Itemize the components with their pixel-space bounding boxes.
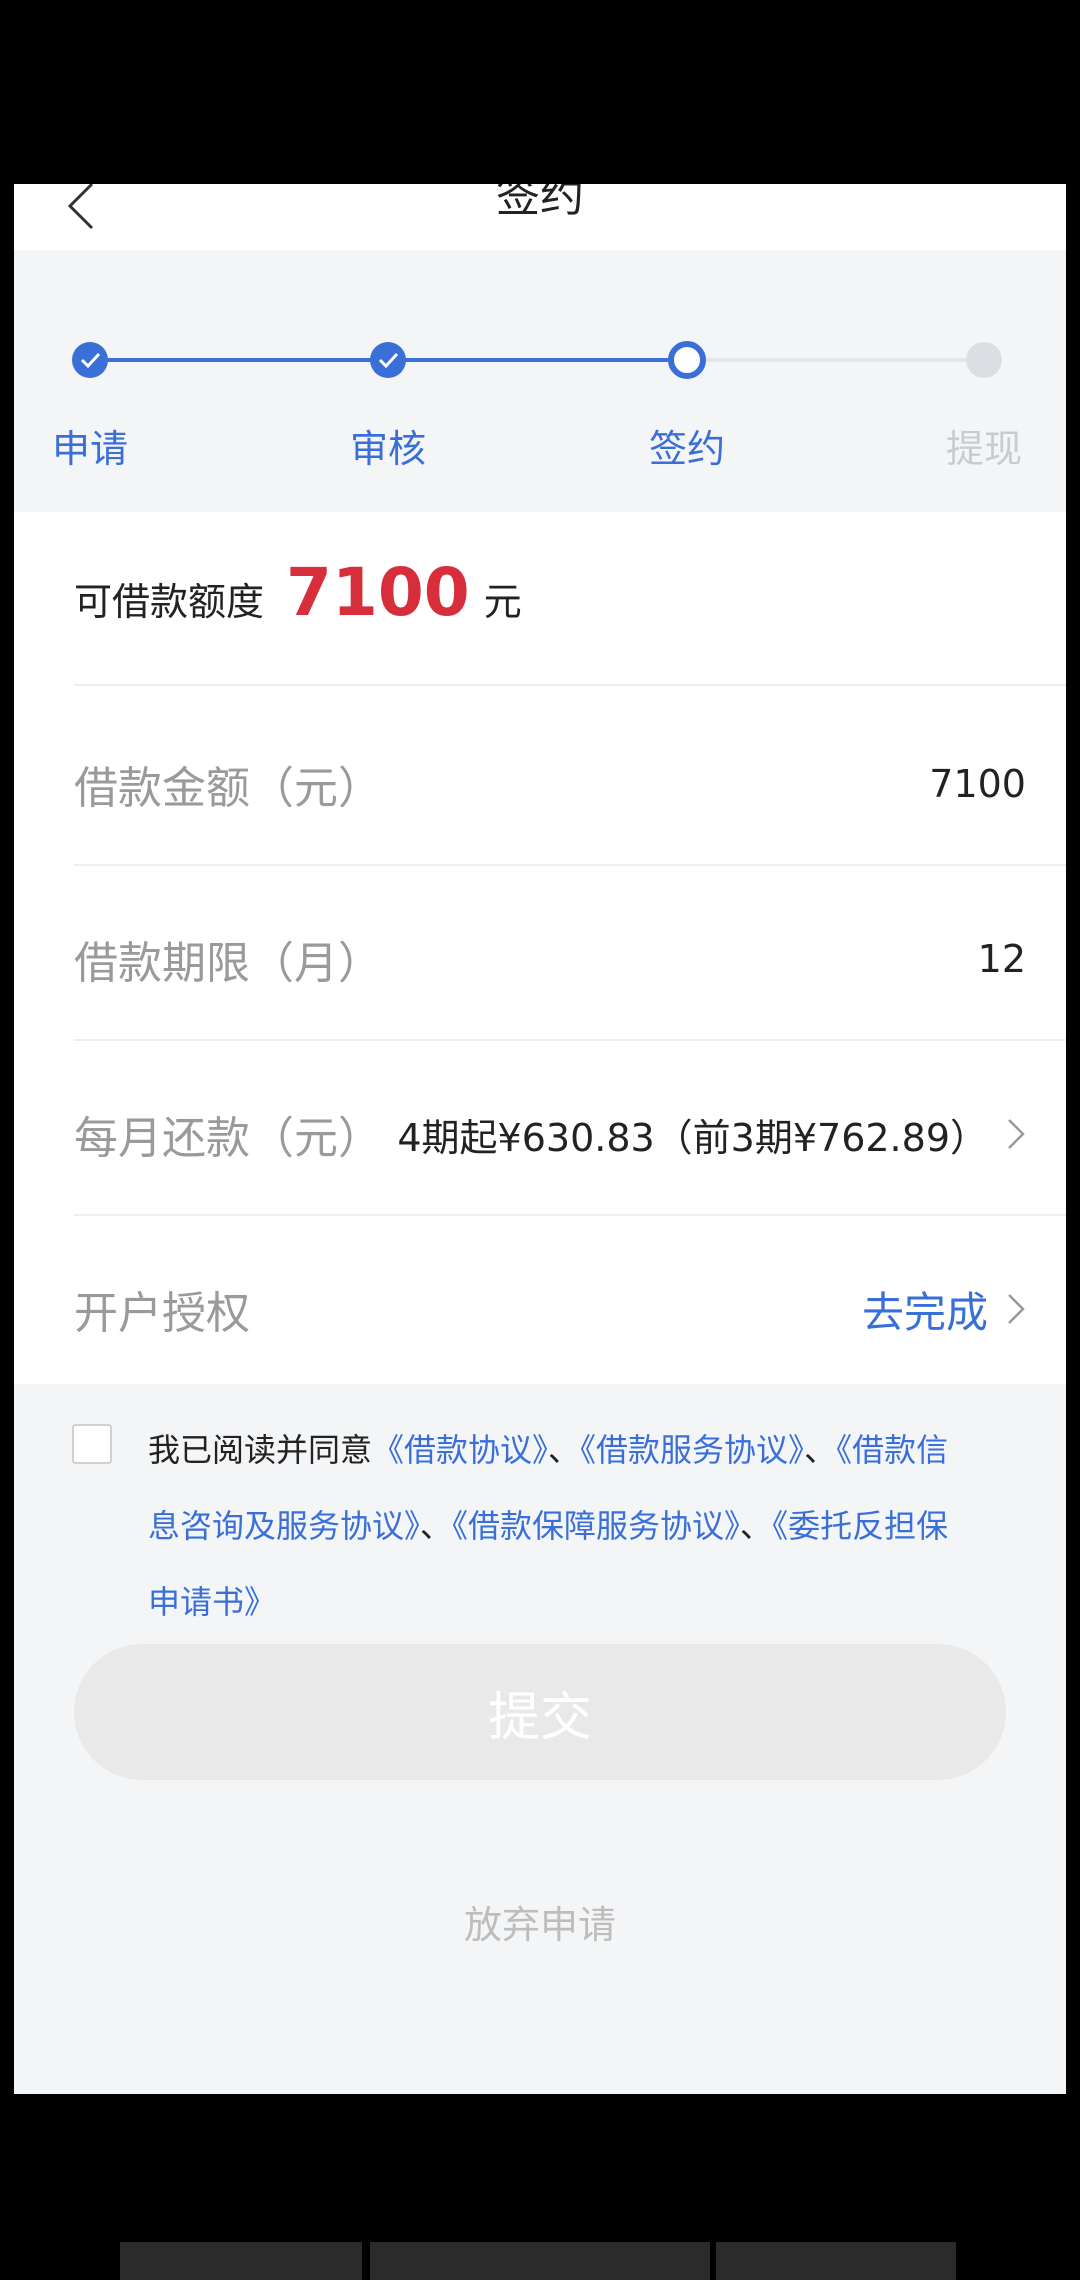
chevron-right-icon (1008, 1294, 1025, 1324)
step-done-icon (72, 342, 108, 378)
divider (74, 1214, 1066, 1216)
loan-term-row[interactable]: 借款期限（月） 12 (74, 919, 1026, 999)
agreement-separator: 、 (548, 1431, 581, 1469)
agreement-section: 我已阅读并同意《借款协议》、《借款服务协议》、《借款信息咨询及服务协议》、《借款… (14, 1384, 1066, 2094)
quota-label: 可借款额度 (74, 580, 265, 624)
step-label-apply: 申请 (51, 427, 128, 471)
agreement-link-guarantee-service[interactable]: 《借款保障服务协议》 (452, 1507, 740, 1545)
top-nav: 签约 (14, 184, 1066, 250)
monthly-repay-row[interactable]: 每月还款（元） 4期起¥630.83（前3期¥762.89） (74, 1094, 1026, 1174)
system-bar-segment (120, 2242, 362, 2280)
monthly-repay-value-wrap: 4期起¥630.83（前3期¥762.89） (397, 1107, 1026, 1162)
progress-stepper: 申请 审核 签约 提现 (14, 250, 1066, 512)
agreement-separator: 、 (804, 1431, 837, 1469)
chevron-right-icon (1008, 1119, 1025, 1149)
agree-checkbox[interactable] (72, 1424, 112, 1464)
step-label-sign: 签约 (648, 427, 725, 471)
loan-amount-row[interactable]: 借款金额（元） 7100 (74, 744, 1026, 824)
agreement-separator: 、 (740, 1507, 773, 1545)
step-pending-icon (966, 342, 1002, 378)
page-title: 签约 (496, 184, 584, 222)
step-label-withdraw: 提现 (945, 427, 1022, 471)
monthly-repay-value: 4期起¥630.83（前3期¥762.89） (397, 1115, 988, 1160)
divider (74, 684, 1066, 686)
loan-term-label: 借款期限（月） (74, 938, 382, 989)
monthly-repay-label: 每月还款（元） (74, 1113, 382, 1164)
quota-unit: 元 (483, 580, 522, 624)
system-bar-segment (370, 2242, 710, 2280)
abandon-application-link[interactable]: 放弃申请 (14, 1894, 1066, 1949)
agreement-separator: 、 (420, 1507, 453, 1545)
step-label-review: 审核 (349, 427, 426, 471)
account-auth-action[interactable]: 去完成 (862, 1279, 1026, 1340)
account-auth-value: 去完成 (861, 1287, 988, 1337)
system-bar-segment (716, 2242, 956, 2280)
step-done-icon (370, 342, 406, 378)
agreement-link-loan[interactable]: 《借款协议》 (372, 1431, 548, 1469)
loan-term-value: 12 (977, 937, 1026, 981)
credit-quota: 可借款额度 7100 元 (74, 554, 522, 654)
agreement-link-loan-service[interactable]: 《借款服务协议》 (580, 1431, 804, 1469)
account-auth-row[interactable]: 开户授权 去完成 (74, 1269, 1026, 1349)
account-auth-label: 开户授权 (74, 1288, 250, 1339)
quota-amount: 7100 (286, 554, 470, 631)
agreement-text: 我已阅读并同意《借款协议》、《借款服务协议》、《借款信息咨询及服务协议》、《借款… (148, 1412, 968, 1640)
submit-button[interactable]: 提交 (74, 1644, 1006, 1780)
loan-amount-label: 借款金额（元） (74, 763, 382, 814)
loan-amount-value: 7100 (929, 762, 1026, 806)
divider (74, 1039, 1066, 1041)
app-screen: 签约 申请 审核 签约 提现 可借款额度 7100 元 借款金额（元） 7100… (14, 184, 1066, 2094)
step-current-icon (668, 341, 706, 379)
divider (74, 864, 1066, 866)
agreement-prefix: 我已阅读并同意 (148, 1431, 373, 1469)
